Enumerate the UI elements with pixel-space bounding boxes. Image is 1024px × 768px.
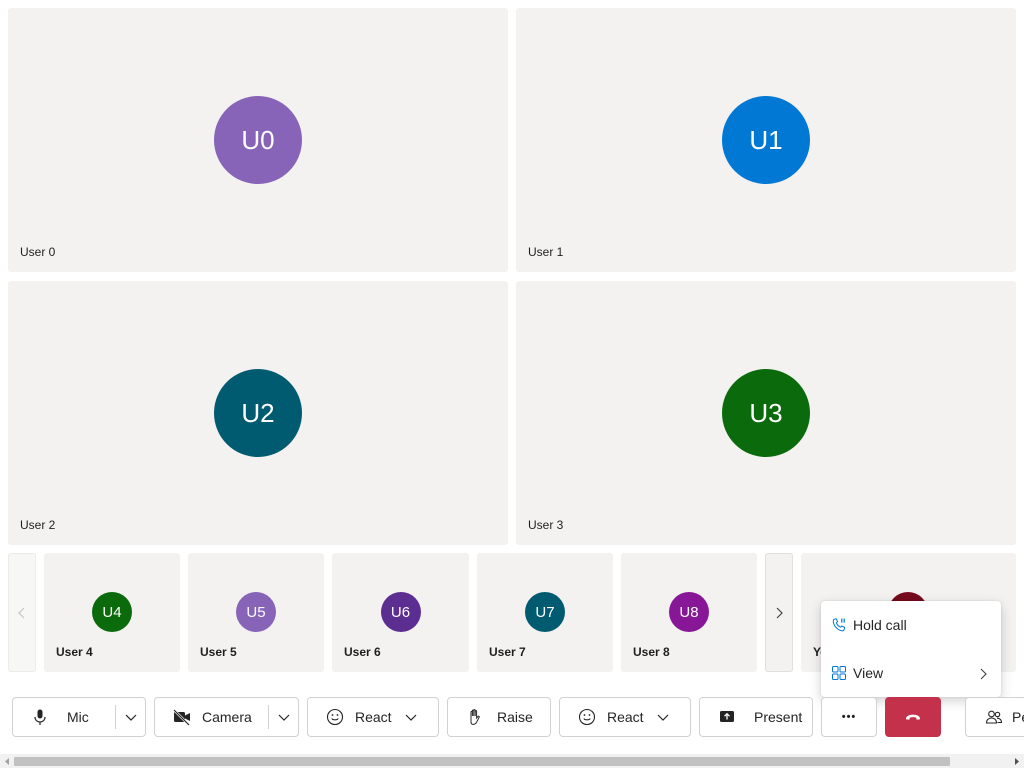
raise-label: Raise: [497, 709, 533, 725]
chevron-right-icon: [776, 607, 783, 618]
emoji-icon: [325, 707, 345, 727]
present-label: Present: [754, 709, 803, 725]
participant-tile-0[interactable]: U0 User 0: [8, 8, 508, 272]
more-options-button[interactable]: •••: [821, 697, 877, 737]
present-button[interactable]: Present: [699, 697, 813, 737]
people-button[interactable]: Pe: [965, 697, 1024, 737]
people-icon: [984, 707, 1004, 727]
emoji-icon: [577, 707, 597, 727]
chevron-down-icon: [405, 714, 417, 721]
scroll-right-arrow-icon[interactable]: [1012, 757, 1022, 766]
react-button-2[interactable]: React: [559, 697, 691, 737]
participant-name: User 5: [200, 645, 237, 659]
menu-item-hold-call[interactable]: Hold call: [821, 605, 1001, 645]
hand-icon: [465, 707, 485, 727]
call-stage: U0 User 0 U1 User 1 U2 User 2 U3 User 3 …: [0, 0, 1024, 768]
avatar: U4: [92, 592, 132, 632]
hang-up-icon: [903, 707, 923, 727]
strip-tile-5[interactable]: U5 User 5: [188, 553, 324, 672]
scroll-left-arrow-icon[interactable]: [2, 757, 12, 766]
avatar: U2: [214, 369, 302, 457]
more-icon: •••: [841, 711, 857, 723]
participant-name: User 6: [344, 645, 381, 659]
strip-tile-7[interactable]: U7 User 7: [477, 553, 613, 672]
participant-name: User 7: [489, 645, 526, 659]
menu-item-label: View: [853, 665, 884, 681]
chevron-left-icon: [18, 607, 25, 618]
participant-name: User 4: [56, 645, 93, 659]
mic-button[interactable]: Mic: [13, 698, 115, 736]
strip-tile-8[interactable]: U8 User 8: [621, 553, 757, 672]
mic-options-button[interactable]: [116, 698, 145, 736]
phone-pause-icon: [831, 617, 847, 633]
raise-hand-button[interactable]: Raise: [447, 697, 551, 737]
microphone-icon: [30, 707, 50, 727]
react-label: React: [607, 709, 644, 725]
camera-off-icon: [172, 707, 192, 727]
react-button[interactable]: React: [307, 697, 439, 737]
avatar: U8: [669, 592, 709, 632]
participant-name: User 0: [20, 245, 56, 259]
strip-next-button[interactable]: [765, 553, 793, 672]
participant-name: User 2: [20, 518, 56, 532]
camera-label: Camera: [202, 709, 252, 725]
camera-button-group: Camera: [154, 697, 299, 737]
avatar: U3: [722, 369, 810, 457]
chevron-down-icon: [657, 714, 669, 721]
menu-item-view[interactable]: View: [821, 653, 1001, 693]
scrollbar-thumb[interactable]: [14, 757, 950, 766]
participant-name: User 8: [633, 645, 670, 659]
camera-button[interactable]: Camera: [155, 698, 268, 736]
avatar: U1: [722, 96, 810, 184]
camera-options-button[interactable]: [269, 698, 298, 736]
avatar: U6: [380, 592, 421, 632]
menu-item-label: Hold call: [853, 617, 907, 633]
participant-name: User 1: [528, 245, 564, 259]
strip-tile-4[interactable]: U4 User 4: [44, 553, 180, 672]
horizontal-scrollbar[interactable]: [0, 754, 1024, 768]
participant-tile-2[interactable]: U2 User 2: [8, 281, 508, 545]
participant-name: User 3: [528, 518, 564, 532]
chevron-right-icon: [977, 667, 989, 680]
chevron-down-icon: [125, 714, 136, 721]
share-screen-icon: [717, 707, 737, 727]
strip-prev-button[interactable]: [8, 553, 36, 672]
chevron-down-icon: [278, 714, 289, 721]
hang-up-button[interactable]: [885, 697, 941, 737]
react-label: React: [355, 709, 392, 725]
participant-tile-3[interactable]: U3 User 3: [516, 281, 1016, 545]
people-label: Pe: [1012, 709, 1024, 725]
more-options-menu: Hold call View: [821, 601, 1001, 697]
avatar: U7: [525, 592, 565, 632]
strip-tile-6[interactable]: U6 User 6: [332, 553, 469, 672]
participant-tile-1[interactable]: U1 User 1: [516, 8, 1016, 272]
mic-label: Mic: [67, 709, 89, 725]
grid-view-icon: [831, 665, 847, 681]
avatar: U0: [214, 96, 302, 184]
mic-button-group: Mic: [12, 697, 146, 737]
avatar: U5: [236, 592, 276, 632]
